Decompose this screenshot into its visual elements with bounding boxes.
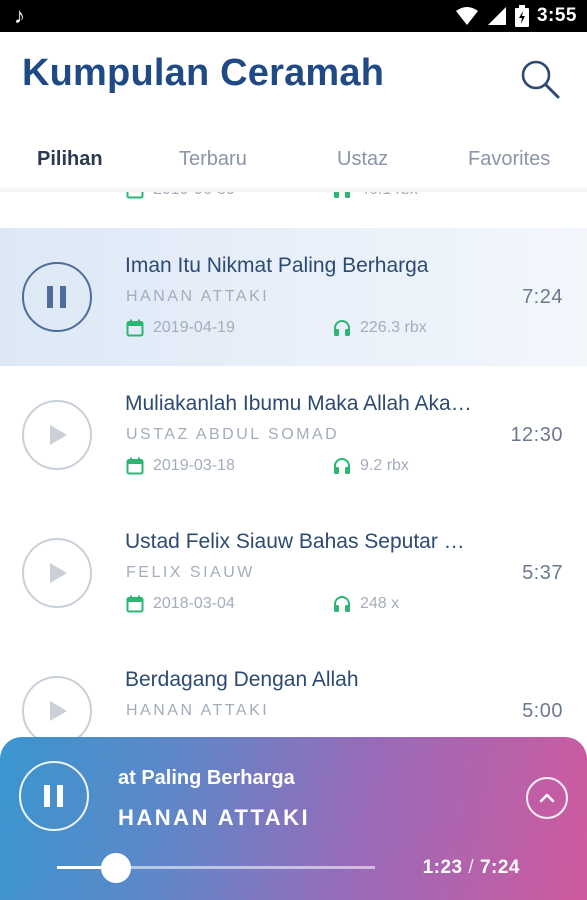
play-icon [50, 563, 67, 583]
plays-meta: 248 x [333, 595, 399, 613]
speaker-name: HANAN ATTAKI [126, 288, 270, 305]
date-text: 2019-04-19 [153, 319, 235, 336]
music-note-icon: ♪ [14, 3, 25, 28]
lecture-title: Muliakanlah Ibumu Maka Allah Akan Memuli… [125, 392, 475, 415]
mini-player[interactable]: at Paling Berharga HANAN ATTAKI 1:23 / 7… [0, 737, 587, 900]
date-text: 2019-03-18 [153, 457, 235, 474]
list-item[interactable]: Iman Itu Nikmat Paling Berharga HANAN AT… [0, 228, 587, 366]
status-bar: ♪ 3:55 [0, 0, 587, 32]
plays-text: 248 x [360, 595, 400, 612]
speaker-name: FELIX SIAUW [126, 564, 255, 581]
now-playing-speaker: HANAN ATTAKI [118, 805, 311, 830]
play-icon [50, 701, 67, 721]
play-button[interactable] [22, 676, 92, 746]
plays-text: 9.2 rbx [360, 457, 409, 474]
list-item[interactable]: Muliakanlah Ibumu Maka Allah Akan Memuli… [0, 366, 587, 504]
pause-button[interactable] [22, 262, 92, 332]
date-meta: 2019-03-18 [126, 457, 235, 475]
lecture-title: Ustad Felix Siauw Bahas Seputar Pacaran [125, 530, 475, 553]
seek-thumb[interactable] [101, 853, 132, 883]
date-meta: 2018-03-04 [126, 595, 235, 613]
pause-icon [44, 785, 63, 807]
calendar-icon [126, 457, 144, 475]
lecture-title: Berdagang Dengan Allah [125, 668, 359, 691]
battery-icon [514, 5, 529, 27]
search-icon[interactable] [519, 58, 561, 100]
plays-text: 226.3 rbx [360, 319, 427, 336]
tab-terbaru[interactable]: Terbaru [179, 148, 247, 171]
play-button[interactable] [22, 400, 92, 470]
list-item[interactable]: Ustad Felix Siauw Bahas Seputar Pacaran … [0, 504, 587, 642]
now-playing-title: at Paling Berharga [118, 767, 295, 789]
total-time: 7:24 [479, 857, 520, 878]
speaker-name: USTAZ ABDUL SOMAD [126, 426, 340, 443]
play-icon [50, 425, 67, 445]
cell-signal-icon [487, 7, 506, 25]
speaker-name: HANAN ATTAKI [126, 702, 270, 719]
elapsed-time: 1:23 [422, 857, 463, 878]
plays-meta: 9.2 rbx [333, 457, 409, 475]
chevron-up-icon [539, 793, 555, 803]
headphones-icon [334, 320, 350, 336]
headphones-icon [334, 596, 350, 612]
date-meta: 2019-04-19 [126, 319, 235, 337]
tab-divider [0, 186, 587, 192]
tab-bar: Pilihan Terbaru Ustaz Favorites [0, 122, 587, 192]
tab-favorites[interactable]: Favorites [468, 148, 550, 171]
duration: 7:24 [522, 286, 563, 308]
play-button[interactable] [22, 538, 92, 608]
app-header: Kumpulan Ceramah [0, 32, 587, 122]
clock: 3:55 [536, 5, 577, 26]
seek-bar[interactable] [57, 853, 375, 883]
plays-meta: 226.3 rbx [333, 319, 427, 337]
tab-ustaz[interactable]: Ustaz [337, 148, 388, 171]
pause-icon [47, 286, 66, 308]
lecture-title: Iman Itu Nikmat Paling Berharga [125, 254, 429, 277]
tab-pilihan[interactable]: Pilihan [37, 148, 103, 171]
headphones-icon [334, 458, 350, 474]
date-text: 2018-03-04 [153, 595, 235, 612]
calendar-icon [126, 319, 144, 337]
status-icons: 3:55 [455, 0, 577, 32]
duration: 5:00 [522, 700, 563, 722]
playback-time: 1:23 / 7:24 [423, 857, 520, 879]
duration: 12:30 [510, 424, 563, 446]
app-title: Kumpulan Ceramah [22, 52, 385, 94]
calendar-icon [126, 595, 144, 613]
wifi-icon [455, 7, 478, 25]
expand-player-button[interactable] [526, 777, 568, 819]
time-separator: / [468, 857, 475, 878]
player-pause-button[interactable] [19, 761, 89, 831]
duration: 5:37 [522, 562, 563, 584]
